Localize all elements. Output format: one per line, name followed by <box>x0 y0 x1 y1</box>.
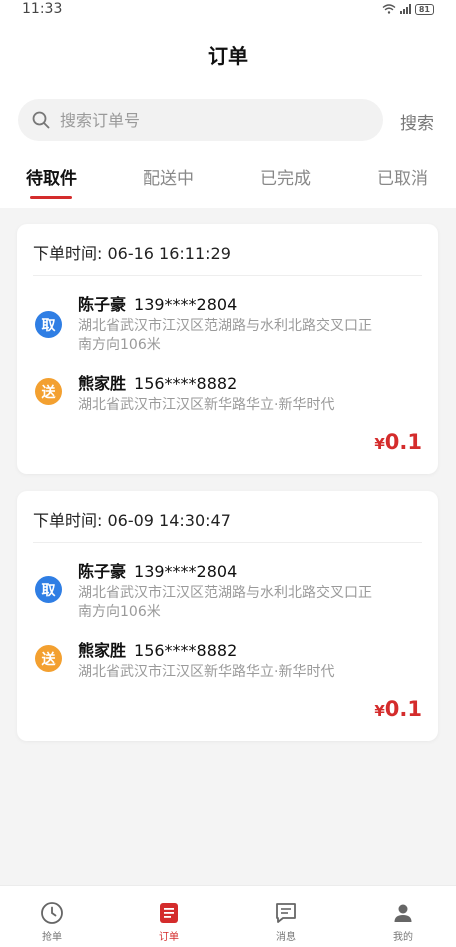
order-tabs: 待取件 配送中 已完成 已取消 <box>0 164 456 208</box>
pickup-badge: 取 <box>35 576 62 603</box>
pickup-phone: 139****2804 <box>134 562 238 581</box>
search-box[interactable] <box>18 99 383 141</box>
nav-label: 我的 <box>393 932 413 943</box>
delivery-contact: 熊家胜 156****8882 <box>78 370 237 394</box>
nav-orders[interactable]: 订单 <box>139 886 199 947</box>
search-icon <box>32 111 50 129</box>
nav-messages[interactable]: 消息 <box>256 886 316 947</box>
battery-icon: 81 <box>414 3 434 15</box>
tab-cancelled[interactable]: 已取消 <box>377 164 428 189</box>
pickup-name: 陈子豪 <box>78 562 127 581</box>
pickup-contact: 陈子豪 139****2804 <box>78 291 237 315</box>
currency-symbol: ¥ <box>374 702 385 720</box>
delivery-badge: 送 <box>35 378 62 405</box>
pickup-badge: 取 <box>35 311 62 338</box>
delivery-name: 熊家胜 <box>78 374 127 393</box>
nav-grab-orders[interactable]: 抢单 <box>22 886 82 947</box>
message-icon <box>276 903 296 923</box>
order-card[interactable]: 下单时间: 06-09 14:30:47 取 陈子豪 139****2804 湖北… <box>17 491 438 741</box>
order-list-icon <box>160 903 178 923</box>
active-tab-indicator <box>30 196 72 199</box>
delivery-address: 湖北省武汉市江汉区新华路华立·新华时代 <box>78 664 335 680</box>
status-time: 11:33 <box>22 1 63 17</box>
pickup-phone: 139****2804 <box>134 295 238 314</box>
nav-label: 消息 <box>276 932 296 943</box>
user-icon <box>394 904 412 922</box>
currency-symbol: ¥ <box>374 435 385 453</box>
status-icons: 81 <box>382 3 434 15</box>
pickup-name: 陈子豪 <box>78 295 127 314</box>
delivery-phone: 156****8882 <box>134 641 238 660</box>
header-area: 11:33 81 订单 搜索 待取件 配送中 已完成 已取消 <box>0 0 456 208</box>
status-bar: 11:33 81 <box>0 0 456 18</box>
page-title: 订单 <box>208 44 248 68</box>
delivery-contact: 熊家胜 156****8882 <box>78 637 237 661</box>
delivery-name: 熊家胜 <box>78 641 127 660</box>
search-button[interactable]: 搜索 <box>400 109 434 134</box>
pickup-address: 湖北省武汉市江汉区范湖路与水利北路交叉口正南方向106米 <box>78 585 372 620</box>
delivery-badge: 送 <box>35 645 62 672</box>
clock-icon <box>41 902 63 924</box>
delivery-address: 湖北省武汉市江汉区新华路华立·新华时代 <box>78 397 335 413</box>
tab-delivering[interactable]: 配送中 <box>143 164 194 189</box>
price-amount: 0.1 <box>384 697 422 721</box>
nav-label: 订单 <box>159 932 179 943</box>
wifi-icon <box>382 4 396 14</box>
pickup-contact: 陈子豪 139****2804 <box>78 558 237 582</box>
nav-mine[interactable]: 我的 <box>373 886 433 947</box>
tab-completed[interactable]: 已完成 <box>260 164 311 189</box>
tab-pending-pickup[interactable]: 待取件 <box>26 164 77 189</box>
divider <box>33 275 422 276</box>
delivery-phone: 156****8882 <box>134 374 238 393</box>
bottom-nav: 抢单 订单 消息 我的 <box>0 885 456 947</box>
signal-icon <box>399 4 411 14</box>
order-time: 下单时间: 06-09 14:30:47 <box>33 511 231 530</box>
nav-label: 抢单 <box>42 932 62 943</box>
search-input[interactable] <box>60 110 340 130</box>
order-price: ¥0.1 <box>374 430 422 454</box>
order-card[interactable]: 下单时间: 06-16 16:11:29 取 陈子豪 139****2804 湖北… <box>17 224 438 474</box>
order-time: 下单时间: 06-16 16:11:29 <box>33 244 231 263</box>
pickup-address: 湖北省武汉市江汉区范湖路与水利北路交叉口正南方向106米 <box>78 318 372 353</box>
price-amount: 0.1 <box>384 430 422 454</box>
order-price: ¥0.1 <box>374 697 422 721</box>
divider <box>33 542 422 543</box>
